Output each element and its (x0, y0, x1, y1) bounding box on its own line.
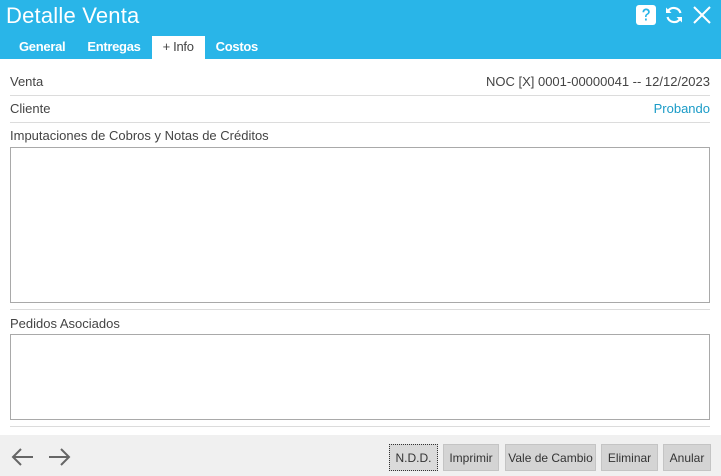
tab-info[interactable]: + Info (151, 36, 205, 59)
arrow-left-icon[interactable] (11, 447, 35, 467)
vale-de-cambio-button[interactable]: Vale de Cambio (505, 444, 596, 471)
help-icon[interactable] (635, 4, 657, 26)
divider (10, 95, 710, 96)
venta-row: Venta NOC [X] 0001-00000041 -- 12/12/202… (10, 74, 710, 92)
header-icons (635, 4, 713, 26)
divider (10, 426, 710, 427)
close-icon[interactable] (691, 4, 713, 26)
venta-label: Venta (10, 74, 44, 89)
imputaciones-row: Imputaciones de Cobros y Notas de Crédit… (10, 128, 710, 146)
eliminar-button[interactable]: Eliminar (601, 444, 658, 471)
imputaciones-label: Imputaciones de Cobros y Notas de Crédit… (10, 128, 269, 143)
cliente-link[interactable]: Probando (654, 101, 710, 116)
divider (10, 122, 710, 123)
tab-general[interactable]: General (8, 36, 76, 59)
cliente-row: Cliente Probando (10, 101, 710, 119)
divider (10, 309, 710, 310)
imputaciones-list[interactable] (10, 147, 710, 303)
window-header: Detalle Venta General Entregas + Info Co… (0, 0, 721, 59)
ndd-button[interactable]: N.D.D. (389, 444, 438, 471)
tab-entregas[interactable]: Entregas (76, 36, 151, 59)
imprimir-button[interactable]: Imprimir (443, 444, 499, 471)
cliente-label: Cliente (10, 101, 51, 116)
venta-value: NOC [X] 0001-00000041 -- 12/12/2023 (485, 74, 710, 89)
tab-bar: General Entregas + Info Costos (8, 36, 269, 59)
pedidos-row: Pedidos Asociados (10, 316, 710, 334)
refresh-icon[interactable] (663, 4, 685, 26)
arrow-right-icon[interactable] (47, 447, 71, 467)
anular-button[interactable]: Anular (663, 444, 711, 471)
tab-costos[interactable]: Costos (205, 36, 269, 59)
pedidos-list[interactable] (10, 334, 710, 420)
pedidos-label: Pedidos Asociados (10, 316, 120, 331)
window-title: Detalle Venta (6, 3, 140, 28)
